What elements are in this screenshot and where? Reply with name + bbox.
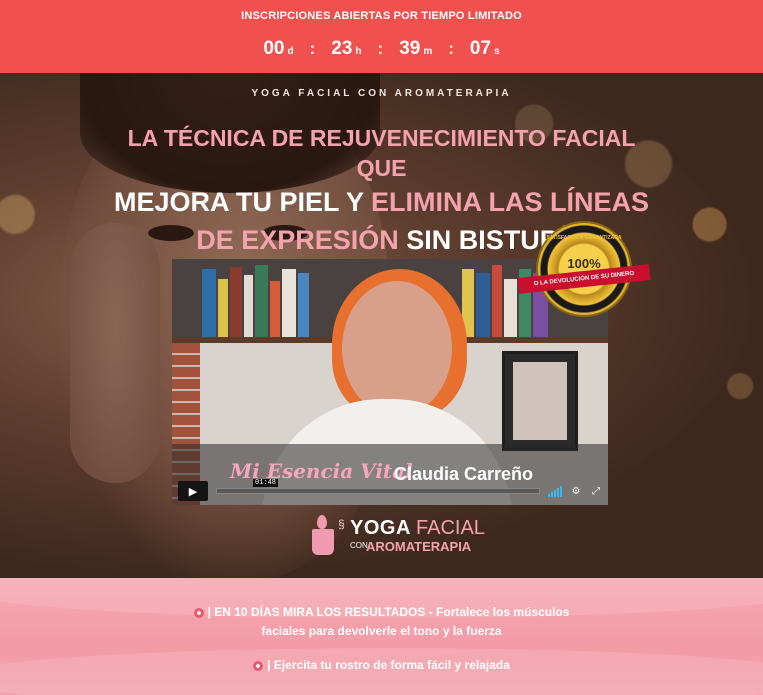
countdown-hours: 23 h (331, 38, 362, 59)
play-icon: ▶ (188, 485, 198, 498)
promo-text: INSCRIPCIONES ABIERTAS POR TIEMPO LIMITA… (241, 10, 522, 22)
headline-line-1: LA TÉCNICA DE REJUVENECIMIENTO FACIAL QU… (127, 125, 636, 181)
flower-icon (253, 660, 264, 671)
candle-icon (312, 529, 334, 555)
video-presenter-face (342, 281, 452, 416)
countdown-separator: : (377, 39, 384, 58)
logo-yoga: YOGA (350, 517, 411, 539)
fullscreen-icon[interactable]: ⤢ (590, 486, 602, 497)
seal-top-text: SATISFACCIÓN GARANTIZADA (546, 235, 622, 241)
benefits-section: | EN 10 DÍAS MIRA LOS RESULTADOS - Forta… (0, 578, 763, 695)
video-progress-bar[interactable]: 01:48 (216, 479, 540, 494)
volume-icon[interactable] (548, 485, 562, 497)
brand-logo: § YOGA FACIAL CON AROMATERAPIA (308, 511, 485, 565)
steam-icon: § (338, 517, 345, 531)
guarantee-seal: SATISFACCIÓN GARANTIZADA 100% O LA DEVOL… (517, 223, 651, 315)
hero-subtitle: YOGA FACIAL CON AROMATERAPIA (251, 88, 512, 99)
benefit-item: | Ejercita tu rostro de forma fácil y re… (0, 656, 763, 675)
video-picture-frame (502, 351, 578, 451)
countdown-seconds: 07 s (469, 38, 500, 59)
countdown-days: 00 d (263, 38, 294, 59)
hero-section: YOGA FACIAL CON AROMATERAPIA LA TÉCNICA … (0, 73, 763, 578)
headline-line-2: MEJORA TU PIEL Y ELIMINA LAS LÍNEAS (113, 187, 650, 217)
logo-aromaterapia: AROMATERAPIA (366, 539, 472, 554)
countdown-minutes: 39 m (399, 38, 433, 59)
countdown-timer: 00 d : 23 h : 39 m : 07 s (0, 38, 763, 60)
benefit-item: | EN 10 DÍAS MIRA LOS RESULTADOS - Forta… (0, 603, 763, 641)
video-controls: ▶ 01:48 ⚙ ⤢ (178, 479, 602, 501)
play-button[interactable]: ▶ (178, 481, 208, 501)
countdown-separator: : (309, 39, 316, 58)
settings-gear-icon[interactable]: ⚙ (570, 486, 582, 497)
candle-flame-icon (317, 515, 327, 529)
flower-icon (193, 607, 204, 618)
logo-facial: FACIAL (416, 517, 485, 539)
video-time: 01:48 (253, 479, 279, 487)
countdown-separator: : (448, 39, 454, 58)
countdown-banner: INSCRIPCIONES ABIERTAS POR TIEMPO LIMITA… (0, 0, 763, 73)
